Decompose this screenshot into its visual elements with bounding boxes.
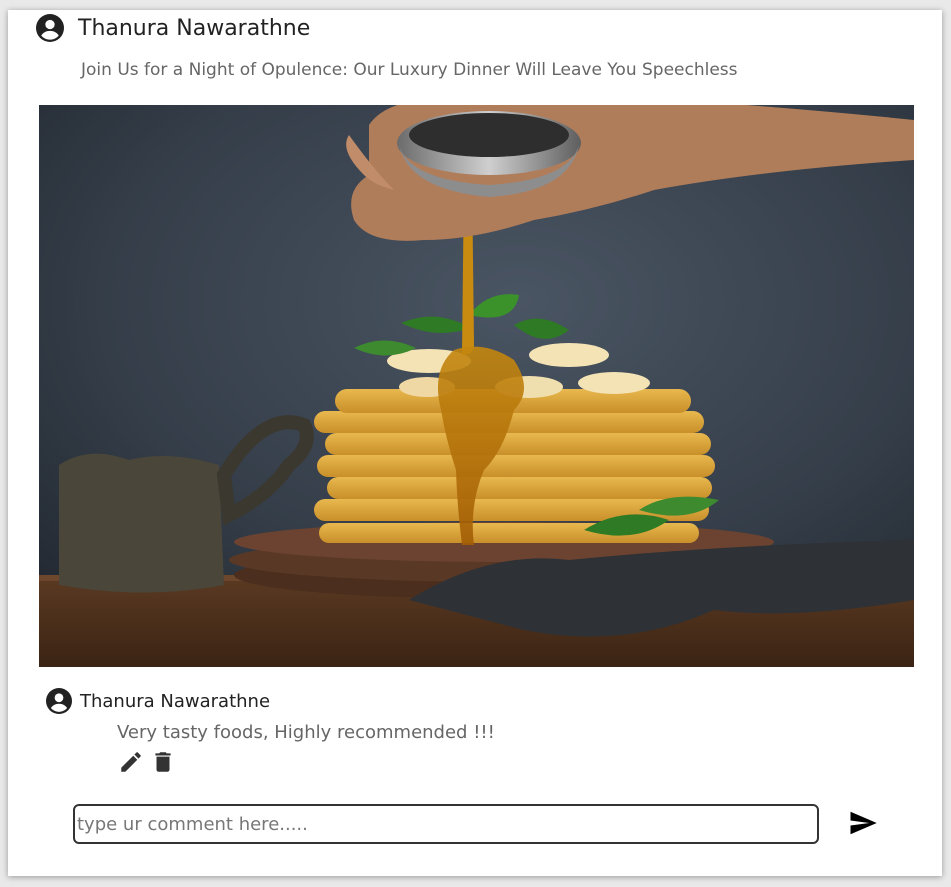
post-author-name[interactable]: Thanura Nawarathne <box>78 16 310 41</box>
post-card: Thanura Nawarathne Join Us for a Night o… <box>8 10 942 876</box>
post-image <box>39 105 914 667</box>
comment-text: Very tasty foods, Highly recommended !!! <box>117 722 495 743</box>
comment-form <box>73 802 883 846</box>
post-caption: Join Us for a Night of Opulence: Our Lux… <box>81 60 738 80</box>
account-circle-icon <box>46 688 72 714</box>
comment-author-name[interactable]: Thanura Nawarathne <box>80 691 270 712</box>
pencil-icon[interactable] <box>118 749 144 775</box>
post-header: Thanura Nawarathne <box>36 14 310 42</box>
trash-icon[interactable] <box>150 749 176 775</box>
comment-header: Thanura Nawarathne <box>46 688 896 714</box>
comment-actions <box>118 749 896 775</box>
comment-input[interactable] <box>73 804 819 844</box>
send-button[interactable] <box>847 808 879 840</box>
account-circle-icon <box>36 14 64 42</box>
comment: Thanura Nawarathne Very tasty foods, Hig… <box>46 688 896 775</box>
send-icon <box>850 811 877 835</box>
